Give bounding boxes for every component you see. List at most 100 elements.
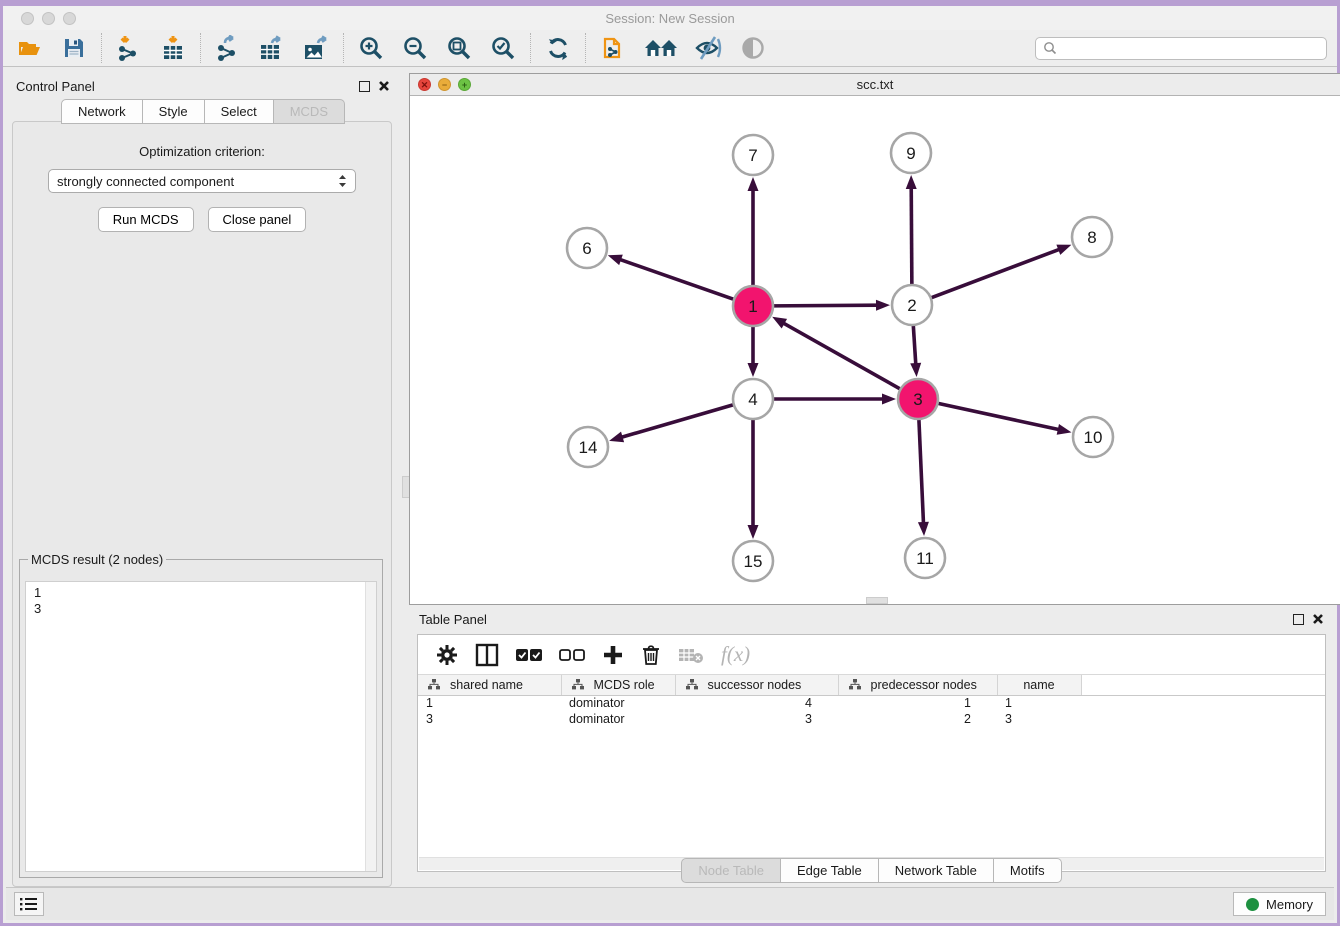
network-file-icon[interactable] — [598, 33, 628, 63]
optimization-criterion-select[interactable]: strongly connected component — [48, 169, 356, 193]
column-header-mcds-role[interactable]: MCDS role — [561, 675, 675, 695]
graph-node-label: 4 — [748, 390, 757, 409]
table-panel: Table Panel — [409, 606, 1334, 887]
graph-edge-1-6[interactable] — [619, 259, 734, 299]
table-row[interactable]: 3dominator323 — [418, 711, 1325, 727]
run-mcds-button[interactable]: Run MCDS — [98, 207, 194, 232]
network-graph[interactable]: 7968124314101511 — [410, 97, 1340, 605]
add-icon[interactable] — [602, 644, 624, 666]
table-cell[interactable]: dominator — [561, 695, 675, 711]
graph-edge-4-14[interactable] — [621, 405, 734, 438]
table-cell[interactable]: 3 — [675, 711, 838, 727]
memory-label: Memory — [1266, 897, 1313, 912]
import-table-icon[interactable] — [158, 33, 188, 63]
tab-network[interactable]: Network — [61, 99, 143, 124]
graph-edge-2-8[interactable] — [931, 249, 1060, 298]
tab-node-table[interactable]: Node Table — [681, 858, 781, 883]
edge-arrowhead — [918, 522, 929, 536]
column-view-icon[interactable] — [475, 643, 499, 667]
column-type-icon — [428, 679, 440, 690]
horizontal-splitter-handle[interactable] — [866, 597, 888, 604]
mcds-result-title: MCDS result (2 nodes) — [28, 552, 166, 567]
export-network-icon[interactable] — [213, 33, 243, 63]
close-panel-button[interactable]: Close panel — [208, 207, 307, 232]
float-table-panel-icon[interactable] — [1293, 614, 1304, 625]
control-panel-tabs: Network Style Select MCDS — [6, 99, 400, 124]
table-cell[interactable]: 1 — [997, 695, 1081, 711]
edge-arrowhead — [882, 394, 896, 405]
table-cell[interactable]: 3 — [418, 711, 561, 727]
table-cell[interactable]: dominator — [561, 711, 675, 727]
edge-arrowhead — [748, 525, 759, 539]
tab-motifs[interactable]: Motifs — [994, 858, 1062, 883]
column-header-predecessor-nodes[interactable]: predecessor nodes — [838, 675, 997, 695]
zoom-out-icon[interactable] — [400, 33, 430, 63]
result-scrollbar[interactable] — [365, 582, 376, 871]
hide-panels-icon[interactable] — [694, 33, 724, 63]
search-field[interactable] — [1035, 37, 1327, 60]
network-canvas[interactable]: 7968124314101511 — [410, 97, 1340, 604]
main-toolbar — [3, 30, 1337, 67]
tab-network-table[interactable]: Network Table — [879, 858, 994, 883]
table-cell[interactable]: 1 — [838, 695, 997, 711]
refresh-icon[interactable] — [543, 33, 573, 63]
network-window-titlebar: ✕ − + scc.txt — [410, 74, 1340, 96]
graph-edge-1-2[interactable] — [773, 305, 878, 306]
table-cell[interactable]: 4 — [675, 695, 838, 711]
mcds-result-list[interactable]: 13 — [25, 581, 377, 872]
open-file-icon[interactable] — [15, 33, 45, 63]
column-header-name[interactable]: name — [997, 675, 1081, 695]
edge-arrowhead — [876, 300, 890, 311]
control-panel: Control Panel Network Style Select MCDS … — [6, 73, 400, 891]
column-type-icon — [572, 679, 584, 690]
zoom-in-icon[interactable] — [356, 33, 386, 63]
mcds-result-item[interactable]: 1 — [34, 585, 376, 601]
graph-edge-2-9[interactable] — [911, 187, 912, 285]
graph-node-label: 1 — [748, 297, 757, 316]
home-icon[interactable] — [642, 33, 680, 63]
deselect-all-icon[interactable] — [559, 648, 585, 662]
table-cell[interactable]: 3 — [997, 711, 1081, 727]
mcds-result-fieldset: MCDS result (2 nodes) 13 — [19, 552, 383, 878]
delete-icon[interactable] — [641, 644, 661, 666]
gear-icon[interactable] — [436, 644, 458, 666]
zoom-fit-icon[interactable] — [444, 33, 474, 63]
table-row[interactable]: 1dominator411 — [418, 695, 1325, 711]
window-title: Session: New Session — [3, 11, 1337, 26]
edge-arrowhead — [748, 177, 759, 191]
mcds-result-item[interactable]: 3 — [34, 601, 376, 617]
column-header-successor-nodes[interactable]: successor nodes — [675, 675, 838, 695]
graph-node-label: 8 — [1087, 228, 1096, 247]
table-cell[interactable]: 2 — [838, 711, 997, 727]
close-panel-icon[interactable] — [378, 80, 390, 92]
zoom-selected-icon[interactable] — [488, 33, 518, 63]
search-input[interactable] — [1058, 41, 1320, 55]
save-session-icon[interactable] — [59, 33, 89, 63]
import-network-icon[interactable] — [114, 33, 144, 63]
export-image-icon[interactable] — [301, 33, 331, 63]
combo-stepper-icon — [338, 174, 347, 188]
tab-mcds[interactable]: MCDS — [274, 99, 345, 124]
status-bar: Memory — [6, 887, 1334, 920]
graph-edge-3-11[interactable] — [919, 419, 924, 524]
task-history-icon[interactable] — [14, 892, 44, 916]
table-panel-title: Table Panel — [419, 612, 487, 627]
edge-arrowhead — [609, 432, 624, 443]
table-cell[interactable]: 1 — [418, 695, 561, 711]
column-header-shared-name[interactable]: shared name — [418, 675, 561, 695]
float-panel-icon[interactable] — [359, 81, 370, 92]
tab-edge-table[interactable]: Edge Table — [781, 858, 879, 883]
function-icon: f(x) — [721, 642, 750, 667]
select-all-icon[interactable] — [516, 648, 542, 662]
tab-select[interactable]: Select — [205, 99, 274, 124]
search-icon — [1042, 40, 1058, 56]
node-table-container: f(x) shared name MCDS role successor nod… — [417, 634, 1326, 872]
export-table-icon[interactable] — [257, 33, 287, 63]
memory-button[interactable]: Memory — [1233, 892, 1326, 916]
close-table-panel-icon[interactable] — [1312, 613, 1324, 625]
tab-style[interactable]: Style — [143, 99, 205, 124]
graph-edge-3-1[interactable] — [783, 323, 901, 389]
graph-edge-2-3[interactable] — [913, 325, 916, 365]
graph-edge-3-10[interactable] — [938, 403, 1060, 430]
application-window: { "window": { "title": "Session: New Ses… — [0, 0, 1340, 926]
